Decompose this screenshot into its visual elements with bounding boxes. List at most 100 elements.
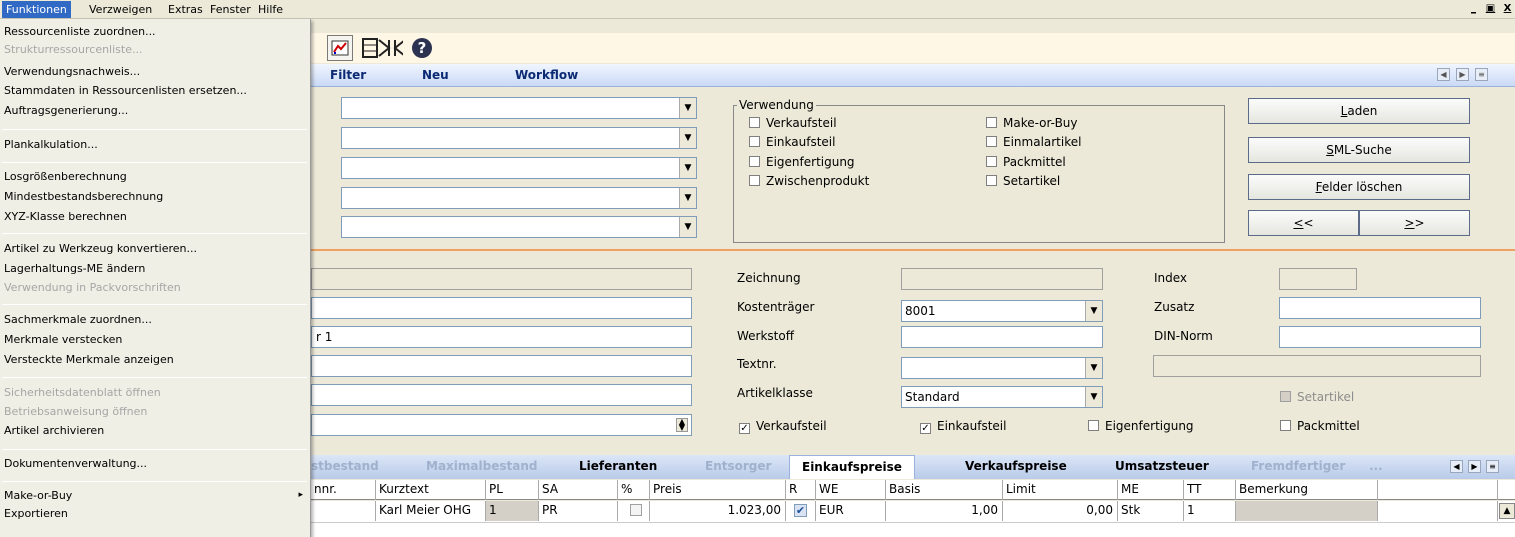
- check-verkaufsteil[interactable]: Verkaufsteil: [749, 115, 837, 131]
- menu-verzweigen[interactable]: Verzweigen: [85, 1, 156, 18]
- index-field[interactable]: [1279, 268, 1357, 290]
- next-button[interactable]: >>: [1359, 210, 1470, 236]
- check-verkaufsteil-detail[interactable]: ✓ Verkaufsteil: [739, 418, 827, 434]
- menu-item-14[interactable]: Versteckte Merkmale anzeigen: [0, 351, 309, 368]
- menu-item-9[interactable]: Artikel zu Werkzeug konvertieren...: [0, 240, 309, 257]
- check-packmittel-detail[interactable]: Packmittel: [1280, 418, 1360, 434]
- cell-tt[interactable]: 1: [1184, 501, 1236, 521]
- search-combo-4[interactable]: ▼: [341, 187, 697, 209]
- menu-item-6[interactable]: Losgrößenberechnung: [0, 168, 309, 185]
- menu-item-3[interactable]: Stammdaten in Ressourcenlisten ersetzen.…: [0, 82, 309, 99]
- textnr-combo[interactable]: ▼: [901, 357, 1103, 379]
- menu-item-0[interactable]: Ressourcenliste zuordnen...: [0, 23, 309, 40]
- kostentraeger-combo[interactable]: 8001 ▼: [901, 300, 1103, 322]
- cell-basis[interactable]: 1,00: [886, 501, 1003, 521]
- check-make-or-buy[interactable]: Make-or-Buy: [986, 115, 1078, 131]
- cell-r[interactable]: ✔: [786, 501, 816, 521]
- chevron-down-icon[interactable]: ▼: [1085, 301, 1102, 321]
- cell-percent[interactable]: [618, 501, 650, 521]
- sml-suche-button[interactable]: SML-Suche: [1248, 137, 1470, 163]
- spinner-icon[interactable]: ▲ ▼: [676, 418, 688, 432]
- chevron-down-icon[interactable]: ▼: [679, 98, 696, 118]
- col-limit[interactable]: Limit: [1003, 480, 1118, 500]
- table-row[interactable]: Karl Meier OHG 1 PR 1.023,00 ✔ EUR 1,00 …: [311, 501, 1515, 523]
- check-setartikel[interactable]: Setartikel: [986, 173, 1060, 189]
- tab-more[interactable]: ...: [1369, 459, 1383, 473]
- check-zwischenprodukt[interactable]: Zwischenprodukt: [749, 173, 869, 189]
- artikelklasse-combo[interactable]: Standard ▼: [901, 386, 1103, 408]
- tab-verkaufspreise[interactable]: Verkaufspreise: [965, 459, 1067, 473]
- tab-umsatzsteuer[interactable]: Umsatzsteuer: [1115, 459, 1209, 473]
- field-left-5[interactable]: [311, 384, 692, 406]
- filter-button[interactable]: Filter: [330, 68, 366, 82]
- menu-fenster[interactable]: Fenster: [206, 1, 255, 18]
- close-button[interactable]: X: [1500, 2, 1515, 16]
- tab-fremdfertiger[interactable]: Fremdfertiger: [1251, 459, 1345, 473]
- tab-einkaufspreise[interactable]: Einkaufspreise: [789, 455, 915, 479]
- laden-button[interactable]: Laden: [1248, 98, 1470, 124]
- col-nr[interactable]: nnr.: [311, 480, 376, 500]
- cell-sa[interactable]: PR: [539, 501, 618, 521]
- col-we[interactable]: WE: [816, 480, 886, 500]
- field-left-3[interactable]: r 1: [311, 326, 692, 348]
- tab-scroll-right-icon[interactable]: ▶: [1468, 460, 1481, 473]
- search-combo-3[interactable]: ▼: [341, 157, 697, 179]
- chevron-down-icon[interactable]: ▼: [679, 158, 696, 178]
- menu-item-18[interactable]: Dokumentenverwaltung...: [0, 455, 309, 472]
- menu-item-12[interactable]: Sachmerkmale zuordnen...: [0, 311, 309, 328]
- check-einkaufsteil-detail[interactable]: ✓ Einkaufsteil: [920, 418, 1006, 434]
- chevron-down-icon[interactable]: ▼: [1085, 387, 1102, 407]
- tab-entsorger[interactable]: Entsorger: [705, 459, 771, 473]
- menu-extras[interactable]: Extras: [164, 1, 207, 18]
- list-menu-icon[interactable]: ≡: [1475, 68, 1488, 81]
- check-einmalartikel[interactable]: Einmalartikel: [986, 134, 1081, 150]
- menu-item-4[interactable]: Auftragsgenerierung...: [0, 102, 309, 119]
- chevron-down-icon[interactable]: ▼: [679, 188, 696, 208]
- restore-button[interactable]: ▣: [1483, 2, 1498, 16]
- help-icon[interactable]: ?: [409, 35, 435, 61]
- scroll-up-icon[interactable]: ▲: [1499, 503, 1515, 519]
- chart-icon[interactable]: [327, 35, 353, 61]
- menu-item-2[interactable]: Verwendungsnachweis...: [0, 63, 309, 80]
- tab-lieferanten[interactable]: Lieferanten: [579, 459, 657, 473]
- col-r[interactable]: R: [786, 480, 816, 500]
- merge-icon[interactable]: [377, 35, 403, 61]
- col-sa[interactable]: SA: [539, 480, 618, 500]
- din-norm-field[interactable]: [1279, 326, 1481, 348]
- workflow-button[interactable]: Workflow: [515, 68, 578, 82]
- menu-item-20[interactable]: Exportieren: [0, 505, 309, 522]
- cell-bemerkung[interactable]: [1236, 501, 1378, 521]
- col-me[interactable]: ME: [1118, 480, 1184, 500]
- scroll-left-icon[interactable]: ◀: [1437, 68, 1450, 81]
- menu-item-7[interactable]: Mindestbestandsberechnung: [0, 188, 309, 205]
- tab-scroll-left-icon[interactable]: ◀: [1450, 460, 1463, 473]
- col-tt[interactable]: TT: [1184, 480, 1236, 500]
- check-packmittel[interactable]: Packmittel: [986, 154, 1066, 170]
- col-kurztext[interactable]: Kurztext: [376, 480, 486, 500]
- search-combo-5[interactable]: ▼: [341, 216, 697, 238]
- col-bemerkung[interactable]: Bemerkung: [1236, 480, 1378, 500]
- menu-item-5[interactable]: Plankalkulation...: [0, 136, 309, 153]
- minimize-button[interactable]: _: [1466, 2, 1481, 16]
- field-left-6[interactable]: ▲ ▼: [311, 414, 692, 436]
- menu-item-13[interactable]: Merkmale verstecken: [0, 331, 309, 348]
- menu-hilfe[interactable]: Hilfe: [254, 1, 287, 18]
- field-left-1[interactable]: [311, 268, 692, 290]
- tab-list-icon[interactable]: ≡: [1486, 460, 1499, 473]
- cell-nr[interactable]: [311, 501, 376, 521]
- prev-button[interactable]: <<: [1248, 210, 1359, 236]
- check-einkaufsteil[interactable]: Einkaufsteil: [749, 134, 835, 150]
- scroll-right-icon[interactable]: ▶: [1456, 68, 1469, 81]
- chevron-down-icon[interactable]: ▼: [679, 128, 696, 148]
- zeichnung-field[interactable]: [901, 268, 1103, 290]
- menu-item-19[interactable]: Make-or-Buy ▸: [0, 487, 309, 504]
- checkbox-icon[interactable]: [630, 504, 642, 516]
- check-eigenfertigung-detail[interactable]: Eigenfertigung: [1088, 418, 1194, 434]
- menu-item-17[interactable]: Artikel archivieren: [0, 422, 309, 439]
- field-left-2[interactable]: [311, 297, 692, 319]
- col-pl[interactable]: PL: [486, 480, 539, 500]
- menu-item-8[interactable]: XYZ-Klasse berechnen: [0, 208, 309, 225]
- neu-button[interactable]: Neu: [422, 68, 449, 82]
- menu-item-10[interactable]: Lagerhaltungs-ME ändern: [0, 260, 309, 277]
- cell-kurztext[interactable]: Karl Meier OHG: [376, 501, 486, 521]
